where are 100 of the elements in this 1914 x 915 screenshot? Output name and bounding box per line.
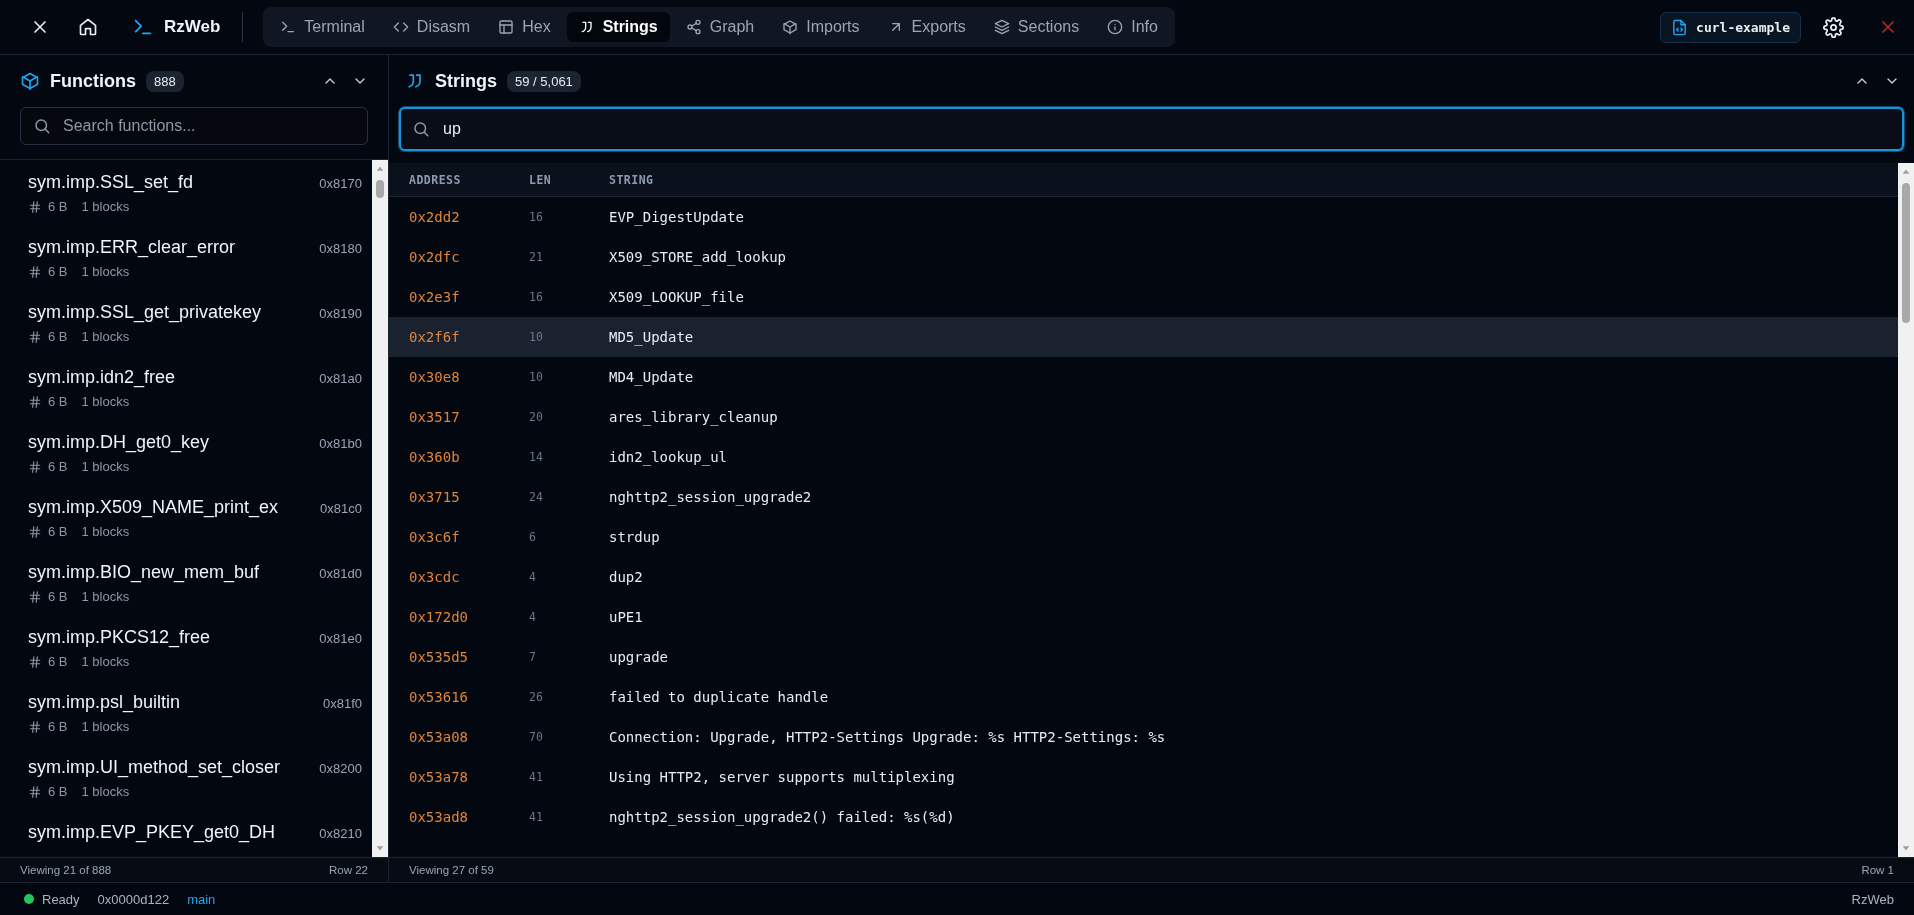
function-name: sym.imp.PKCS12_free [28, 627, 211, 648]
column-header: LEN [529, 172, 553, 187]
string-row[interactable]: 0x53ad8 41 nghttp2_session_upgrade2() failed: %s(%d) [389, 797, 1898, 837]
string-cell-text: Connection: Upgrade, HTTP2-Settings Upgrade: %s HTTP2-Settings: %s [609, 729, 1167, 745]
length-cell-text: 26 [529, 690, 544, 704]
function-item[interactable]: sym.imp.SSL_get_privatekey 0x8190 6 B 1 blocks [0, 290, 372, 355]
tab[interactable]: Disasm [380, 12, 483, 42]
address-cell-text: 0x3517 [409, 409, 461, 425]
viewing-count: Viewing 21 of 888 [20, 864, 112, 876]
app-label: RzWeb [1851, 891, 1894, 907]
function-address: 0x8170 [319, 176, 362, 191]
tab[interactable]: Hex [486, 12, 563, 42]
function-name: sym.imp.idn2_free [28, 367, 176, 388]
home-button[interactable] [78, 17, 98, 37]
address-cell-text: 0x53ad8 [409, 809, 469, 825]
function-name: sym.imp.SSL_get_privatekey [28, 302, 262, 323]
function-item[interactable]: sym.imp.BIO_new_mem_buf 0x81d0 6 B 1 blocks [0, 550, 372, 615]
app-name: RzWeb [164, 17, 221, 37]
string-cell-text: MD5_Update [609, 329, 695, 345]
function-name: sym.imp.X509_NAME_print_ex [28, 497, 279, 518]
search-field[interactable]: Search functions... [20, 107, 368, 145]
hash-icon [28, 394, 42, 409]
table-icon [498, 19, 515, 35]
string-row[interactable]: 0x2dd2 16 EVP_DigestUpdate [389, 197, 1898, 237]
string-row[interactable]: 0x535d5 7 upgrade [389, 637, 1898, 677]
settings-icon [1823, 16, 1844, 38]
hash-icon [28, 654, 42, 669]
string-row[interactable]: 0x3cdc 4 dup2 [389, 557, 1898, 597]
function-item[interactable]: sym.imp.UI_method_set_closer 0x8200 6 B 1 blocks [0, 745, 372, 810]
layers-icon [993, 19, 1010, 35]
string-row[interactable]: 0x53a08 70 Connection: Upgrade, HTTP2-Settings Upgrade: %s HTTP2-Settings: %s [389, 717, 1898, 757]
address-cell-text: 0x30e8 [409, 369, 461, 385]
function-address: 0x8210 [319, 826, 362, 841]
function-item[interactable]: sym.imp.DH_get0_key 0x81b0 6 B 1 blocks [0, 420, 372, 485]
length-cell-text: 4 [529, 570, 537, 584]
block-count: 1 blocks [81, 719, 130, 734]
function-item[interactable]: sym.imp.PKCS12_free 0x81e0 6 B 1 blocks [0, 615, 372, 680]
string-cell-text: ares_library_cleanup [609, 409, 779, 425]
nodes-icon [685, 19, 702, 35]
string-row[interactable]: 0x53616 26 failed to duplicate handle [389, 677, 1898, 717]
string-row[interactable]: 0x3517 20 ares_library_cleanup [389, 397, 1898, 437]
hash-icon [28, 524, 42, 539]
function-item[interactable]: sym.imp.SSL_set_fd 0x8170 6 B 1 blocks [0, 160, 372, 225]
tab[interactable]: Graph [673, 12, 767, 42]
string-cell-text: X509_LOOKUP_file [609, 289, 745, 305]
block-count: 1 blocks [81, 589, 130, 604]
branch-link[interactable]: main [187, 891, 216, 907]
string-cell-text: X509_STORE_add_lookup [609, 249, 787, 265]
scrollbar-thumb[interactable] [1902, 183, 1910, 323]
string-row[interactable]: 0x2e3f 16 X509_LOOKUP_file [389, 277, 1898, 317]
home-icon [78, 17, 98, 37]
string-row[interactable]: 0x30e8 10 MD4_Update [389, 357, 1898, 397]
cube-icon [782, 19, 799, 35]
function-item[interactable]: sym.imp.psl_builtin 0x81f0 6 B 1 blocks [0, 680, 372, 745]
length-cell-text: 7 [529, 650, 537, 664]
hash-icon [28, 264, 42, 279]
length-cell-text: 20 [529, 410, 544, 424]
string-row[interactable]: 0x2f6f 10 MD5_Update [389, 317, 1898, 357]
function-item[interactable]: sym.imp.X509_NAME_print_ex 0x81c0 6 B 1 blocks [0, 485, 372, 550]
scrollbar[interactable] [1898, 163, 1914, 857]
function-size: 6 B [48, 784, 68, 799]
scroll-down-icon [1901, 843, 1911, 853]
panel-title: Strings [435, 70, 497, 92]
scrollbar[interactable] [372, 160, 388, 857]
settings-button[interactable] [1823, 16, 1844, 38]
length-cell-text: 4 [529, 610, 537, 624]
tab[interactable]: Strings [566, 12, 670, 42]
string-cell-text: failed to duplicate handle [609, 689, 830, 705]
string-row[interactable]: 0x360b 14 idn2_lookup_ul [389, 437, 1898, 477]
block-count: 1 blocks [81, 199, 130, 214]
tab[interactable]: Sections [981, 12, 1092, 42]
length-cell-text: 10 [529, 330, 544, 344]
length-cell-text: 6 [529, 530, 537, 544]
function-size: 6 B [48, 589, 68, 604]
address-cell-text: 0x3cdc [409, 569, 461, 585]
current-address: 0x0000d122 [97, 891, 170, 907]
function-size: 6 B [48, 524, 68, 539]
file-chip[interactable]: curl-example [1660, 11, 1801, 43]
string-cell-text: idn2_lookup_ul [609, 449, 728, 465]
tab[interactable]: Imports [770, 12, 872, 42]
function-item[interactable]: sym.imp.ERR_clear_error 0x8180 6 B 1 blocks [0, 225, 372, 290]
function-address: 0x8190 [319, 306, 362, 321]
tab[interactable]: Terminal [268, 12, 377, 42]
search-field[interactable]: up [399, 107, 1904, 151]
function-address: 0x8180 [319, 241, 362, 256]
string-row[interactable]: 0x53a78 41 Using HTTP2, server supports multiplexing [389, 757, 1898, 797]
block-count: 1 blocks [81, 329, 130, 344]
string-row[interactable]: 0x2dfc 21 X509_STORE_add_lookup [389, 237, 1898, 277]
string-row[interactable]: 0x3715 24 nghttp2_session_upgrade2 [389, 477, 1898, 517]
search-icon [33, 117, 51, 135]
tab[interactable]: Exports [875, 12, 978, 42]
function-name: sym.imp.psl_builtin [28, 692, 181, 713]
function-item[interactable]: sym.imp.idn2_free 0x81a0 6 B 1 blocks [0, 355, 372, 420]
block-count: 1 blocks [81, 784, 130, 799]
function-item[interactable]: sym.imp.EVP_PKEY_get0_DH 0x8210 [0, 810, 372, 857]
function-address: 0x81f0 [322, 696, 362, 711]
scrollbar-thumb[interactable] [376, 180, 384, 198]
tab[interactable]: Info [1095, 12, 1170, 42]
string-row[interactable]: 0x3c6f 6 strdup [389, 517, 1898, 557]
string-row[interactable]: 0x172d0 4 uPE1 [389, 597, 1898, 637]
